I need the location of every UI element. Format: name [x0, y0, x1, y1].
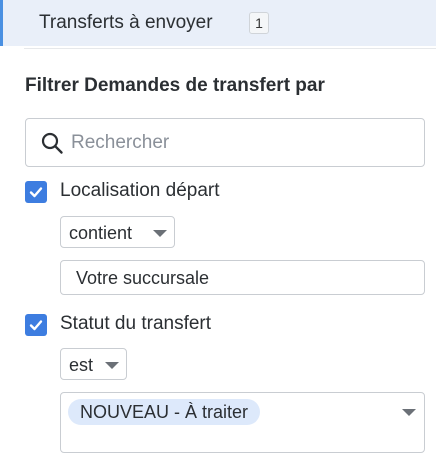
criterion-label-statut: Statut du transfert: [60, 313, 212, 334]
search-box[interactable]: [25, 118, 425, 167]
caret-down-icon[interactable]: [402, 409, 416, 416]
sidebar-item-transferts-a-envoyer[interactable]: Transferts à envoyer 1: [0, 0, 436, 46]
checkbox-localisation-depart[interactable]: [25, 181, 47, 203]
caret-down-icon: [153, 230, 167, 237]
operator-value: contient: [69, 223, 133, 243]
operator-value: est: [69, 355, 94, 375]
check-icon: [29, 187, 43, 198]
count-badge: 1: [249, 12, 269, 34]
caret-down-icon: [105, 362, 119, 369]
selected-chip[interactable]: NOUVEAU - À traiter: [68, 399, 261, 425]
filter-title: Filtrer Demandes de transfert par: [25, 75, 325, 96]
statut-multi-select[interactable]: NOUVEAU - À traiter: [60, 392, 425, 453]
check-icon: [29, 320, 43, 331]
sidebar-item-label: Transferts à envoyer: [39, 12, 213, 33]
divider: [24, 48, 436, 49]
search-icon: [41, 132, 63, 154]
operator-select-statut[interactable]: est: [60, 348, 127, 380]
checkbox-statut-transfert[interactable]: [25, 314, 47, 336]
criterion-label-localisation: Localisation départ: [60, 180, 220, 201]
operator-select-localisation[interactable]: contient: [60, 216, 175, 248]
input-value: Votre succursale: [76, 268, 210, 288]
search-input[interactable]: [71, 127, 411, 159]
localisation-value-input[interactable]: Votre succursale: [60, 260, 425, 295]
